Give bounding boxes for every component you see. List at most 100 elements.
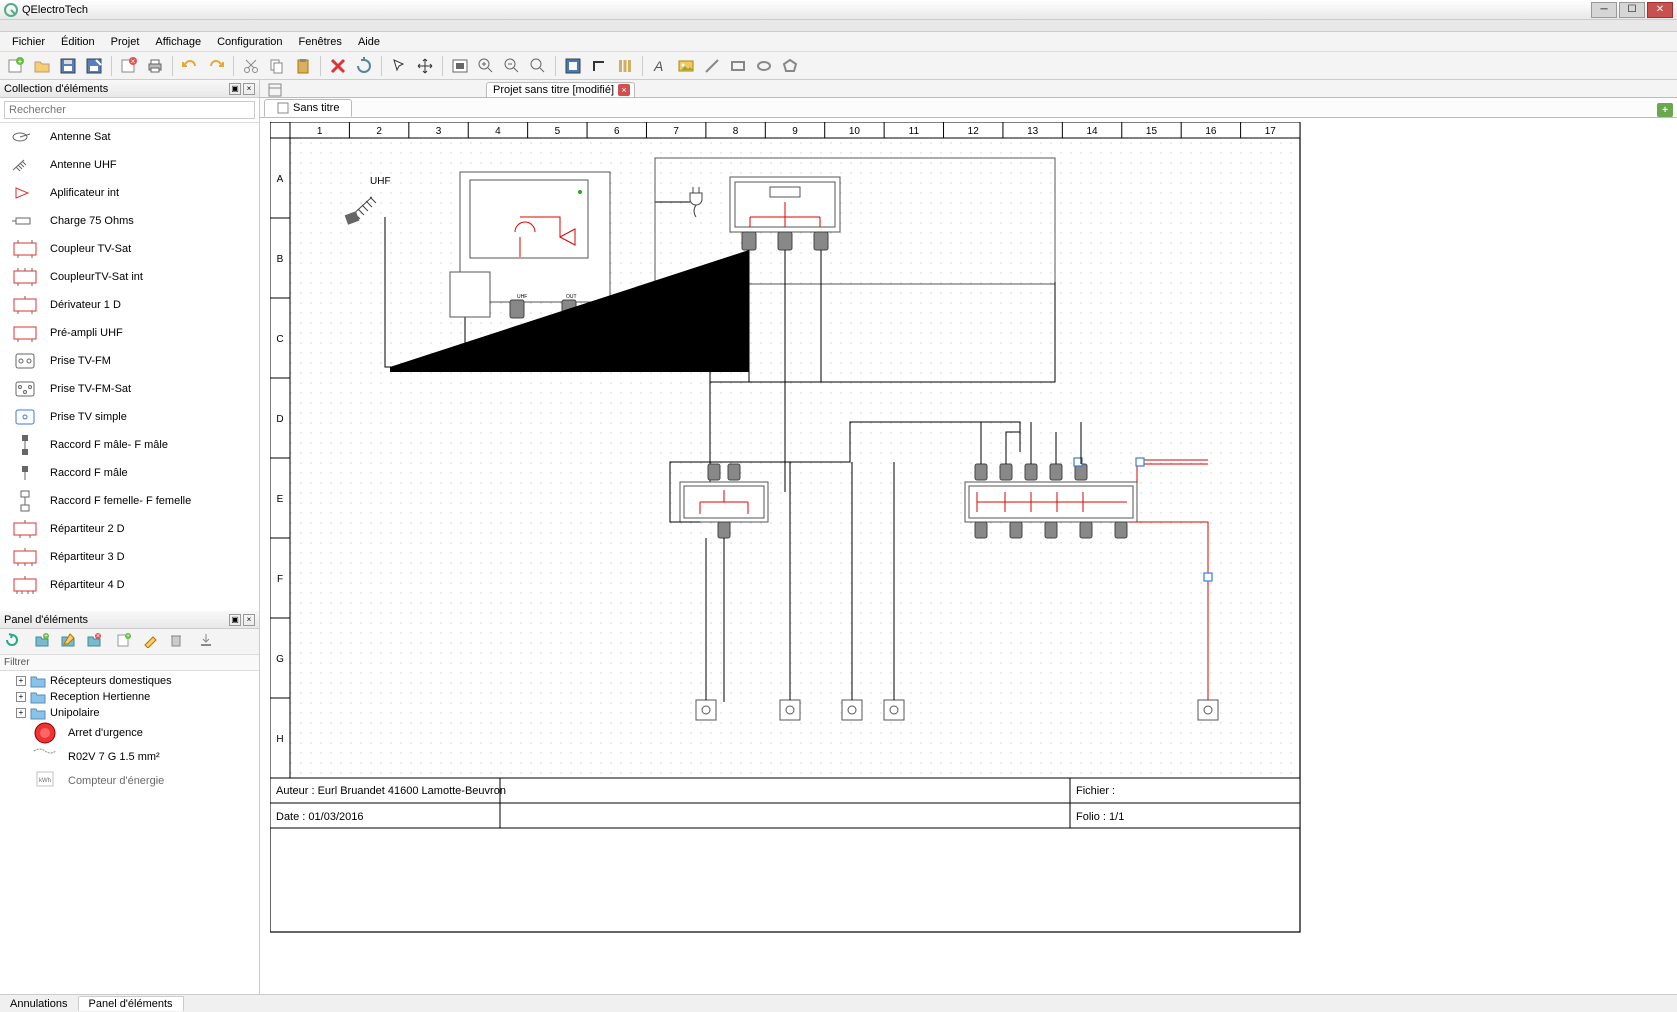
maximize-button[interactable]: ☐	[1619, 2, 1645, 18]
tree-item[interactable]: +Reception Hertienne	[4, 689, 255, 705]
refresh-button[interactable]	[4, 632, 26, 652]
edit-folder-button[interactable]	[60, 632, 82, 652]
folder-icon	[30, 674, 46, 688]
menu-configuration[interactable]: Configuration	[209, 34, 290, 50]
connector-m-icon	[8, 461, 42, 485]
copy-button[interactable]	[265, 55, 289, 77]
redo-button[interactable]	[204, 55, 228, 77]
antenna-uhf-icon	[8, 153, 42, 177]
svg-text:12: 12	[968, 126, 980, 137]
menu-fenetres[interactable]: Fenêtres	[291, 34, 350, 50]
delete-folder-button[interactable]: ×	[86, 632, 108, 652]
undo-button[interactable]	[178, 55, 202, 77]
list-item[interactable]: Prise TV-FM-Sat	[0, 375, 259, 403]
close-file-button[interactable]: ×	[117, 55, 141, 77]
list-item[interactable]: Antenne Sat	[0, 123, 259, 151]
close-button[interactable]: ✕	[1647, 2, 1673, 18]
list-item[interactable]: Pré-ampli UHF	[0, 319, 259, 347]
svg-text:16: 16	[1205, 126, 1217, 137]
expand-icon[interactable]: +	[16, 676, 26, 686]
print-button[interactable]	[143, 55, 167, 77]
tree-item[interactable]: +Récepteurs domestiques	[4, 673, 255, 689]
list-item[interactable]: Prise TV simple	[0, 403, 259, 431]
menu-fichier[interactable]: Fichier	[4, 34, 53, 50]
menu-affichage[interactable]: Affichage	[147, 34, 209, 50]
panel2-close-button[interactable]: ×	[243, 614, 255, 626]
list-item[interactable]: Coupleur TV-Sat	[0, 235, 259, 263]
open-button[interactable]	[30, 55, 54, 77]
list-item[interactable]: Dérivateur 1 D	[0, 291, 259, 319]
bottom-tab-panel[interactable]: Panel d'éléments	[79, 996, 184, 1011]
list-item[interactable]: Prise TV-FM	[0, 347, 259, 375]
folio-tab[interactable]: Sans titre	[264, 99, 352, 117]
tree-item[interactable]: +Unipolaire	[4, 705, 255, 721]
tab-list-icon[interactable]	[268, 83, 282, 97]
panel2-float-button[interactable]: ▣	[229, 614, 241, 626]
tree-item[interactable]: Arret d'urgence	[4, 721, 255, 745]
new-element-button[interactable]: +	[116, 632, 138, 652]
list-item[interactable]: Raccord F femelle- F femelle	[0, 487, 259, 515]
import-button[interactable]	[198, 632, 220, 652]
list-item[interactable]: Raccord F mâle- F mâle	[0, 431, 259, 459]
list-item[interactable]: CoupleurTV-Sat int	[0, 263, 259, 291]
line-tool[interactable]	[700, 55, 724, 77]
text-tool[interactable]: A	[648, 55, 672, 77]
panel-close-button[interactable]: ×	[243, 83, 255, 95]
bottom-tab-undo[interactable]: Annulations	[0, 997, 79, 1011]
new-project-button[interactable]: +	[4, 55, 28, 77]
move-tool[interactable]	[413, 55, 437, 77]
zoom-reset-button[interactable]	[526, 55, 550, 77]
svg-text:5: 5	[555, 126, 561, 137]
rect-tool[interactable]	[726, 55, 750, 77]
list-item[interactable]: Aplificateur int	[0, 179, 259, 207]
expand-icon[interactable]: +	[16, 708, 26, 718]
save-button[interactable]	[56, 55, 80, 77]
image-tool[interactable]	[674, 55, 698, 77]
menu-projet[interactable]: Projet	[103, 34, 148, 50]
panel-float-button[interactable]: ▣	[229, 83, 241, 95]
expand-icon[interactable]: +	[16, 692, 26, 702]
tree-item[interactable]: R02V 7 G 1.5 mm²	[4, 745, 255, 769]
list-item[interactable]: Charge 75 Ohms	[0, 207, 259, 235]
folio-icon	[277, 102, 289, 114]
list-item[interactable]: Antenne UHF	[0, 151, 259, 179]
ellipse-tool[interactable]	[752, 55, 776, 77]
cut-button[interactable]	[239, 55, 263, 77]
delete-element-button[interactable]	[168, 632, 190, 652]
menu-edition[interactable]: Édition	[53, 34, 103, 50]
polygon-tool[interactable]	[778, 55, 802, 77]
list-item[interactable]: Répartiteur 4 D	[0, 571, 259, 599]
elements-list[interactable]: Antenne Sat Antenne UHF Aplificateur int…	[0, 123, 259, 611]
elements-collection-title: Collection d'éléments	[4, 83, 108, 95]
columns-tool[interactable]	[613, 55, 637, 77]
fit-page-button[interactable]	[448, 55, 472, 77]
drawing-canvas[interactable]: 1234567891011121314151617 ABCDEFGH Auteu…	[260, 118, 1677, 994]
svg-text:14: 14	[1086, 126, 1098, 137]
new-folder-button[interactable]: +	[34, 632, 56, 652]
search-input[interactable]	[4, 101, 255, 119]
rotate-button[interactable]	[352, 55, 376, 77]
project-tab[interactable]: Projet sans titre [modifié] ×	[486, 82, 635, 97]
antenna-sat-icon	[8, 125, 42, 149]
preamp-icon	[8, 321, 42, 345]
paste-button[interactable]	[291, 55, 315, 77]
zoom-out-button[interactable]	[500, 55, 524, 77]
list-item[interactable]: Raccord F mâle	[0, 459, 259, 487]
zoom-in-button[interactable]	[474, 55, 498, 77]
add-folio-button[interactable]: +	[1657, 103, 1673, 117]
list-item[interactable]: Répartiteur 2 D	[0, 515, 259, 543]
minimize-button[interactable]: ─	[1591, 2, 1617, 18]
save-as-button[interactable]	[82, 55, 106, 77]
elements-tree[interactable]: +Récepteurs domestiques +Reception Herti…	[0, 671, 259, 994]
list-item[interactable]: Répartiteur 3 D	[0, 543, 259, 571]
conductor-tool[interactable]	[561, 55, 585, 77]
select-tool[interactable]	[387, 55, 411, 77]
svg-text:6: 6	[614, 126, 620, 137]
tree-item[interactable]: kWhCompteur d'énergie	[4, 769, 255, 793]
tab-close-icon[interactable]: ×	[618, 84, 630, 96]
svg-text:×: ×	[131, 57, 136, 66]
delete-button[interactable]	[326, 55, 350, 77]
menu-aide[interactable]: Aide	[350, 34, 388, 50]
edit-element-button[interactable]	[142, 632, 164, 652]
angle-tool[interactable]	[587, 55, 611, 77]
